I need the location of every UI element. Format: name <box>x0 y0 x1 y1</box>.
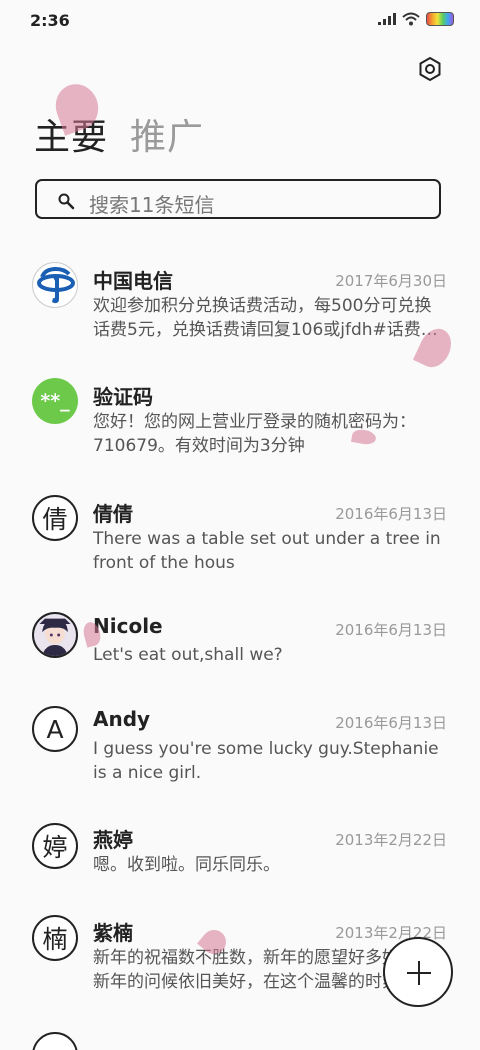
message-date: 2013年2月22日 <box>335 831 447 849</box>
conversation-item-partial[interactable] <box>0 1030 480 1050</box>
conversation-item-verification-code[interactable]: **_ 验证码 您好！您的网上营业厅登录的随机密码为： 710679。有效时间为… <box>0 376 480 486</box>
message-preview: 新年的祝福数不胜数，新年的愿望好多好多 新年的问候依旧美好，在这个温馨的时刻 <box>93 948 393 992</box>
message-preview: 嗯。收到啦。同乐同乐。 <box>93 855 280 875</box>
settings-icon[interactable] <box>416 55 444 83</box>
china-telecom-logo-icon <box>32 262 78 308</box>
contact-name: Andy <box>93 707 151 731</box>
message-preview: 欢迎参加积分兑换话费活动，每500分可兑换 话费5元，兑换话费请回复106或jf… <box>93 296 438 340</box>
avatar: 楠 <box>32 915 78 961</box>
message-preview: There was a table set out under a tree i… <box>93 529 441 573</box>
message-date: 2016年6月13日 <box>335 714 447 732</box>
message-date: 2016年6月13日 <box>335 505 447 523</box>
conversation-item-qianqian[interactable]: 倩 倩倩 2016年6月13日 There was a table set ou… <box>0 493 480 603</box>
new-message-button[interactable] <box>383 937 453 1007</box>
message-preview: 您好！您的网上营业厅登录的随机密码为： 710679。有效时间为3分钟 <box>93 412 416 456</box>
contact-name: Nicole <box>93 614 163 638</box>
message-date: 2017年6月30日 <box>335 272 447 290</box>
status-time: 2:36 <box>30 11 70 30</box>
status-icons <box>378 12 454 26</box>
avatar: 倩 <box>32 495 78 541</box>
avatar: 婷 <box>32 823 78 869</box>
signal-icon <box>378 13 396 25</box>
contact-name: 倩倩 <box>93 502 133 526</box>
avatar: A <box>32 706 78 752</box>
conversation-item-china-telecom[interactable]: 中国电信 2017年6月30日 欢迎参加积分兑换话费活动，每500分可兑换 话费… <box>0 260 480 370</box>
search-input[interactable]: 搜索11条短信 <box>35 179 441 219</box>
search-icon <box>58 193 75 210</box>
message-date: 2016年6月13日 <box>335 621 447 639</box>
contact-name: 验证码 <box>93 385 153 409</box>
status-bar: 2:36 <box>0 0 480 42</box>
battery-icon <box>426 12 454 26</box>
search-placeholder: 搜索11条短信 <box>89 193 215 217</box>
avatar-photo <box>32 612 78 658</box>
contact-name: 中国电信 <box>93 269 173 293</box>
message-preview: Let's eat out,shall we? <box>93 645 283 665</box>
conversation-item-andy[interactable]: A Andy 2016年6月13日 I guess you're some lu… <box>0 706 480 816</box>
avatar <box>32 1032 78 1050</box>
conversation-item-yanting[interactable]: 婷 燕婷 2013年2月22日 嗯。收到啦。同乐同乐。 <box>0 821 480 901</box>
contact-name: 燕婷 <box>93 828 133 852</box>
conversation-item-nicole[interactable]: Nicole 2016年6月13日 Let's eat out,shall we… <box>0 611 480 691</box>
message-preview: I guess you're some lucky guy.Stephanie … <box>93 739 439 783</box>
wifi-icon <box>402 12 420 26</box>
contact-name: 紫楠 <box>93 921 133 945</box>
tab-promotions[interactable]: 推广 <box>130 108 204 160</box>
avatar: **_ <box>32 378 78 424</box>
